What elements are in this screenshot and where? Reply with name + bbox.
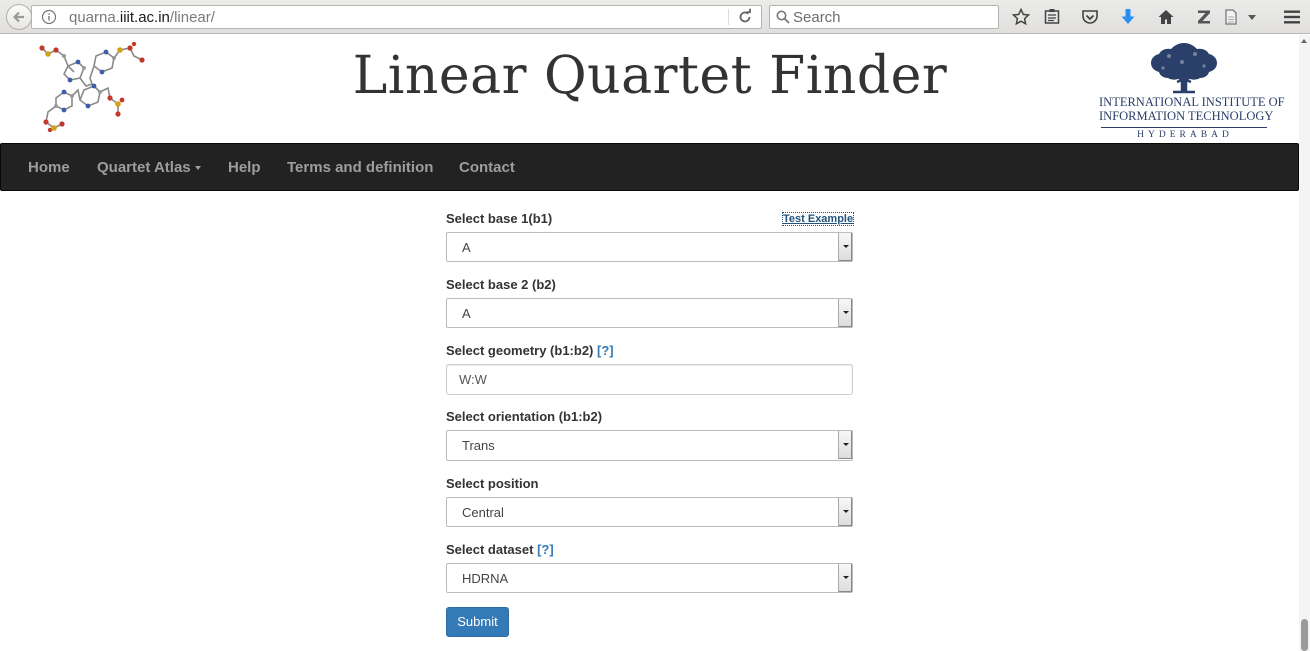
home-icon[interactable] (1155, 6, 1177, 28)
url-bar[interactable]: quarna.iiit.ac.in/linear/ (31, 5, 762, 29)
position-select[interactable]: Central (446, 497, 853, 527)
position-label: Select position (446, 476, 539, 491)
back-button[interactable] (6, 4, 32, 30)
dropdown-arrow-icon (838, 299, 852, 327)
downloads-icon[interactable] (1117, 6, 1139, 28)
caret-down-icon (194, 166, 201, 171)
chevron-down-icon[interactable] (1244, 6, 1260, 28)
iiit-hyderabad-logo: INTERNATIONAL INSTITUTE OF INFORMATION T… (1099, 40, 1285, 143)
menu-icon[interactable] (1281, 6, 1303, 28)
geometry-label: Select geometry (b1:b2) [?] (446, 343, 614, 358)
pocket-icon[interactable] (1079, 6, 1101, 28)
nav-help[interactable]: Help (228, 159, 261, 176)
logo-text-line2: INFORMATION TECHNOLOGY (1099, 109, 1274, 123)
dropdown-arrow-icon (838, 564, 852, 592)
tree-emblem-icon (1151, 43, 1217, 94)
dropdown-arrow-icon (838, 431, 852, 459)
dataset-label-text: Select dataset (446, 542, 534, 557)
logo-text-line1: INTERNATIONAL INSTITUTE OF (1099, 95, 1285, 109)
scrollbar-thumb[interactable] (1301, 619, 1308, 651)
nav-home[interactable]: Home (28, 159, 70, 176)
logo-text-line3: HYDERABAD (1137, 130, 1233, 140)
dropdown-arrow-icon (838, 498, 852, 526)
page-icon[interactable] (1221, 6, 1241, 28)
nav-terms[interactable]: Terms and definition (287, 159, 433, 176)
main-navbar: Home Quartet Atlas Help Terms and defini… (0, 143, 1299, 191)
orientation-label: Select orientation (b1:b2) (446, 409, 603, 424)
dataset-help-link[interactable]: [?] (537, 542, 554, 557)
position-selected-value: Central (462, 505, 504, 520)
base1-selected-value: A (462, 240, 471, 255)
scroll-up-icon[interactable] (1301, 39, 1307, 43)
orientation-select[interactable]: Trans (446, 430, 853, 461)
base2-selected-value: A (462, 306, 471, 321)
page-scrollbar[interactable] (1299, 35, 1310, 651)
back-arrow-icon (12, 11, 24, 23)
dataset-label: Select dataset [?] (446, 542, 554, 557)
reading-list-icon[interactable] (1041, 6, 1063, 28)
base1-label: Select base 1(b1) (446, 211, 553, 226)
orientation-selected-value: Trans (462, 438, 495, 453)
dropdown-arrow-icon (838, 233, 852, 261)
search-icon (776, 10, 790, 24)
bookmark-star-icon[interactable] (1010, 6, 1032, 28)
reload-icon[interactable] (736, 8, 754, 26)
browser-toolbar: quarna.iiit.ac.in/linear/ Search (0, 0, 1310, 34)
nav-quartet-atlas-dropdown[interactable]: Quartet Atlas (97, 159, 201, 176)
dataset-select[interactable]: HDRNA (446, 563, 853, 593)
search-placeholder: Search (793, 9, 841, 26)
url-separator (728, 9, 729, 25)
base2-select[interactable]: A (446, 298, 853, 328)
browser-search-field[interactable]: Search (769, 5, 999, 29)
geometry-input-value: W:W (459, 372, 487, 387)
geometry-label-text: Select geometry (b1:b2) (446, 343, 594, 358)
nav-quartet-atlas-label: Quartet Atlas (97, 159, 191, 176)
dataset-selected-value: HDRNA (462, 571, 509, 586)
submit-button[interactable]: Submit (446, 607, 509, 637)
url-text: quarna.iiit.ac.in/linear/ (69, 9, 215, 26)
zotero-icon[interactable] (1193, 6, 1215, 28)
nav-contact[interactable]: Contact (459, 159, 515, 176)
logo-divider (1101, 127, 1267, 128)
site-info-icon[interactable] (41, 9, 57, 25)
base2-label: Select base 2 (b2) (446, 277, 556, 292)
base1-select[interactable]: A (446, 232, 853, 262)
test-example-link[interactable]: Test Example (781, 212, 855, 226)
geometry-input[interactable]: W:W (446, 364, 853, 395)
geometry-help-link[interactable]: [?] (597, 343, 614, 358)
